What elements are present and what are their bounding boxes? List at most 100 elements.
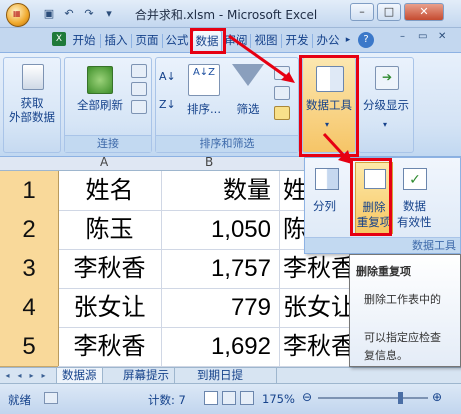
- cell-qty[interactable]: 1,757: [161, 249, 280, 289]
- refresh-all-button[interactable]: 全部刷新: [67, 98, 133, 112]
- sheet-tab[interactable]: 屏幕提示: [118, 368, 175, 383]
- sheet-tab[interactable]: 到期日提: [192, 368, 277, 383]
- first-sheet-icon[interactable]: ◂: [2, 369, 13, 382]
- group-get-external: 获取 外部数据: [3, 57, 61, 153]
- normal-view-icon[interactable]: [204, 391, 218, 405]
- cell-name[interactable]: 张女让: [58, 288, 162, 328]
- page-break-icon[interactable]: [240, 391, 254, 405]
- cell-name[interactable]: 姓名: [58, 171, 162, 211]
- dropdown-group-label: 数据工具: [305, 237, 460, 253]
- office-logo-icon: ▦: [13, 9, 21, 18]
- status-bar: 就绪 计数: 7 175% ⊖ ⊕: [0, 383, 461, 414]
- validation-label-1[interactable]: 数据: [403, 198, 426, 214]
- arrow-annotation: [322, 132, 352, 164]
- row-header[interactable]: 2: [0, 210, 59, 250]
- remove-duplicates-tooltip: 删除重复项 删除工作表中的 可以指定应检查 复信息。: [349, 254, 461, 367]
- excel-icon[interactable]: ▣: [40, 5, 58, 23]
- dropdown-arrow-icon: ▾: [383, 120, 388, 129]
- cell-name[interactable]: 李秋香: [58, 249, 162, 289]
- highlight-data-tab: [190, 28, 226, 54]
- tab-separator: [162, 34, 163, 48]
- tab-separator: [312, 34, 313, 48]
- outline-button[interactable]: 分级显示: [359, 98, 413, 112]
- zoom-in-icon[interactable]: ⊕: [432, 390, 442, 404]
- tooltip-line-1: 删除工作表中的: [364, 293, 441, 306]
- page-layout-icon[interactable]: [222, 391, 236, 405]
- row-header[interactable]: 5: [0, 327, 59, 367]
- cell-qty[interactable]: 1,050: [161, 210, 280, 250]
- next-sheet-icon[interactable]: ▸: [26, 369, 37, 382]
- row-header[interactable]: 3: [0, 249, 59, 289]
- prev-sheet-icon[interactable]: ◂: [14, 369, 25, 382]
- text-to-columns-button[interactable]: 分列: [313, 198, 336, 214]
- get-external-label-2: 外部数据: [9, 110, 55, 124]
- zoom-out-icon[interactable]: ⊖: [302, 390, 312, 404]
- group-connections-label: 连接: [65, 135, 151, 152]
- quick-access-toolbar: ▣ ↶ ↷ ▾: [40, 5, 124, 23]
- qat-dropdown-icon[interactable]: ▾: [100, 5, 118, 23]
- office-button[interactable]: ▦: [6, 3, 30, 27]
- title-bar: ▦ ▣ ↶ ↷ ▾ 合并求和.xlsm - Microsoft Excel – …: [0, 0, 461, 28]
- macro-record-icon[interactable]: [44, 392, 58, 404]
- group-connections: 全部刷新 连接: [64, 57, 152, 153]
- row-header[interactable]: 1: [0, 171, 59, 211]
- refresh-all-icon: [87, 66, 113, 94]
- tab-scroll-right[interactable]: ▸: [342, 30, 354, 51]
- outline-icon: ➔: [375, 66, 399, 90]
- zoom-level[interactable]: 175%: [262, 392, 295, 406]
- excel-app-icon: X: [52, 32, 66, 46]
- ribbon-minimize-icon[interactable]: –: [400, 31, 414, 45]
- data-validation-icon: ✓: [403, 168, 427, 190]
- split-icon: [315, 168, 339, 190]
- external-data-icon: [22, 64, 44, 90]
- sort-az-icon: A↓Z: [188, 64, 220, 96]
- sort-desc-icon[interactable]: Z↓: [159, 98, 176, 112]
- tab-home[interactable]: 开始: [70, 30, 98, 51]
- sort-button[interactable]: 排序...: [180, 102, 228, 116]
- get-external-label-1: 获取: [20, 96, 44, 110]
- get-external-data-button[interactable]: 获取 外部数据: [4, 96, 60, 124]
- help-icon[interactable]: ?: [358, 32, 374, 48]
- tooltip-title: 删除重复项: [356, 265, 411, 278]
- cell-qty[interactable]: 1,692: [161, 327, 280, 367]
- zoom-slider[interactable]: [318, 397, 428, 399]
- validation-label-2[interactable]: 有效性: [397, 214, 432, 230]
- group-outline: ➔ 分级显示 ▾: [358, 57, 414, 153]
- column-header-a[interactable]: A: [100, 155, 108, 169]
- advanced-filter-icon[interactable]: [274, 106, 290, 120]
- sheet-tab[interactable]: 数据源: [56, 368, 103, 383]
- redo-icon[interactable]: ↷: [80, 5, 98, 23]
- undo-icon[interactable]: ↶: [60, 5, 78, 23]
- close-button[interactable]: ✕: [404, 3, 444, 21]
- tab-page[interactable]: 页面: [133, 30, 161, 51]
- tab-office[interactable]: 办公: [314, 30, 342, 51]
- connections-icon[interactable]: [131, 64, 147, 78]
- ribbon-close-icon[interactable]: ✕: [438, 31, 452, 45]
- minimize-button[interactable]: –: [350, 3, 374, 21]
- window-title: 合并求和.xlsm - Microsoft Excel: [134, 8, 318, 22]
- cell-name[interactable]: 陈玉: [58, 210, 162, 250]
- status-ready: 就绪: [8, 393, 31, 407]
- cell-qty[interactable]: 779: [161, 288, 280, 328]
- arrow-annotation: [228, 34, 295, 83]
- cell-name[interactable]: 李秋香: [58, 327, 162, 367]
- zoom-slider-thumb[interactable]: [398, 392, 403, 404]
- last-sheet-icon[interactable]: ▸: [38, 369, 49, 382]
- status-count: 计数: 7: [148, 393, 186, 407]
- row-header[interactable]: 4: [0, 288, 59, 328]
- column-header-b[interactable]: B: [205, 155, 213, 169]
- properties-icon[interactable]: [131, 82, 147, 96]
- sort-asc-icon[interactable]: A↓: [159, 70, 176, 84]
- group-sort-filter-label: 排序和筛选: [156, 135, 298, 152]
- tab-insert[interactable]: 插入: [102, 30, 130, 51]
- maximize-button[interactable]: □: [377, 3, 401, 21]
- filter-button[interactable]: 筛选: [226, 102, 270, 116]
- sheet-tabs-bar: ◂ ◂ ▸ ▸ 数据源 屏幕提示 到期日提: [0, 367, 461, 383]
- ribbon-restore-icon[interactable]: ▭: [418, 31, 432, 45]
- tab-separator: [131, 34, 132, 48]
- cell-qty[interactable]: 数量: [161, 171, 280, 211]
- tooltip-line-2: 可以指定应检查: [364, 331, 441, 344]
- tab-formulas[interactable]: 公式: [164, 30, 190, 51]
- tab-separator: [100, 34, 101, 48]
- edit-links-icon[interactable]: [131, 100, 147, 114]
